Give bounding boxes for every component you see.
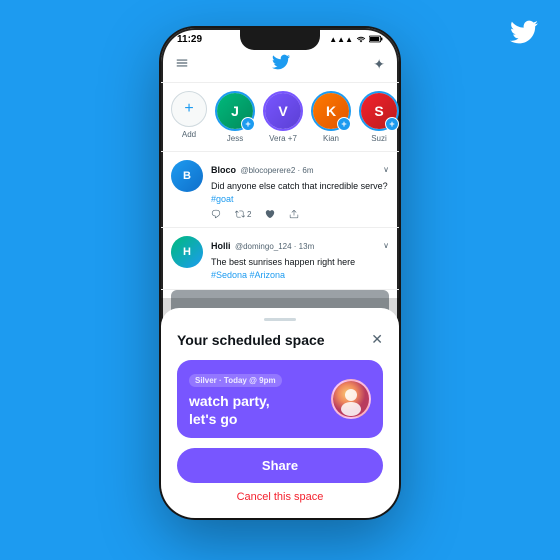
share-action[interactable] xyxy=(289,209,299,219)
bottom-sheet: Your scheduled space ✕ Silver · Today @ … xyxy=(161,308,399,518)
battery-icon xyxy=(369,35,383,45)
phone-frame: 11:29 ▲▲▲ xyxy=(161,28,399,518)
close-icon[interactable]: ✕ xyxy=(371,331,383,348)
jess-plus-icon: + xyxy=(241,117,255,131)
story-kian[interactable]: K + Kian xyxy=(311,91,351,143)
phone-notch xyxy=(240,28,320,50)
story-suzie[interactable]: S + Suzi xyxy=(359,91,399,143)
bloco-avatar: B xyxy=(171,160,203,192)
sheet-header: Your scheduled space ✕ xyxy=(177,331,383,348)
kian-avatar-ring: K + xyxy=(311,91,351,131)
holli-name: Holli xyxy=(211,241,231,251)
story-jess[interactable]: J + Jess xyxy=(215,91,255,143)
signal-icon: ▲▲▲ xyxy=(329,35,353,44)
holli-tweet-content: Holli @domingo_124 · 13m ∨ The best sunr… xyxy=(211,236,389,281)
story-vera[interactable]: V Vera +7 xyxy=(263,91,303,143)
stories-row: + Add J + Jess V Vera +7 K + Kian xyxy=(161,83,399,152)
bloco-hashtag[interactable]: #goat xyxy=(211,194,234,204)
story-add-label: Add xyxy=(182,130,196,139)
retweet-action[interactable]: 2 xyxy=(235,209,251,219)
status-icons: ▲▲▲ xyxy=(329,35,383,45)
space-badge: Silver · Today @ 9pm xyxy=(189,374,282,387)
top-nav: ✦ xyxy=(161,47,399,83)
bloco-handle: @blocoperere2 · 6m xyxy=(240,166,313,175)
sheet-drag-handle xyxy=(264,318,296,321)
holli-tweet-text: The best sunrises happen right here #Sed… xyxy=(211,256,389,281)
jess-avatar-ring: J + xyxy=(215,91,255,131)
suzie-avatar-ring: S + xyxy=(359,91,399,131)
story-suzie-label: Suzi xyxy=(371,134,387,143)
holli-handle: @domingo_124 · 13m xyxy=(235,242,314,251)
reply-action[interactable] xyxy=(211,209,221,219)
like-action[interactable] xyxy=(265,209,275,219)
holli-hashtag[interactable]: #Sedona #Arizona xyxy=(211,270,285,280)
vera-avatar-ring: V xyxy=(263,91,303,131)
sparkle-icon[interactable]: ✦ xyxy=(373,56,385,73)
wifi-icon xyxy=(356,35,366,45)
tweet-options-icon[interactable]: ∨ xyxy=(383,165,389,174)
suzie-plus-icon: + xyxy=(385,117,399,131)
twitter-logo-icon xyxy=(510,18,538,53)
bloco-name: Bloco xyxy=(211,165,236,175)
sheet-title: Your scheduled space xyxy=(177,332,325,348)
space-title: watch party,let's go xyxy=(189,392,282,428)
holli-tweet-header: Holli @domingo_124 · 13m ∨ xyxy=(211,236,389,254)
space-card-info: Silver · Today @ 9pm watch party,let's g… xyxy=(189,370,282,428)
space-host-avatar xyxy=(331,379,371,419)
bloco-tweet-content: Bloco @blocoperere2 · 6m ∨ Did anyone el… xyxy=(211,160,389,219)
story-vera-label: Vera +7 xyxy=(269,134,297,143)
holli-avatar: H xyxy=(171,236,203,268)
menu-icon[interactable] xyxy=(175,56,189,73)
share-button[interactable]: Share xyxy=(177,448,383,483)
bloco-tweet-text: Did anyone else catch that incredible se… xyxy=(211,180,389,205)
story-kian-label: Kian xyxy=(323,134,339,143)
space-card[interactable]: Silver · Today @ 9pm watch party,let's g… xyxy=(177,360,383,438)
bloco-tweet-meta: Bloco @blocoperere2 · 6m xyxy=(211,160,314,178)
bloco-tweet-actions: 2 xyxy=(211,209,389,219)
cancel-link[interactable]: Cancel this space xyxy=(177,491,383,503)
kian-plus-icon: + xyxy=(337,117,351,131)
holli-tweet-meta: Holli @domingo_124 · 13m xyxy=(211,236,314,254)
tweet-bloco: B Bloco @blocoperere2 · 6m ∨ Did anyone … xyxy=(161,152,399,228)
tweet-options-icon-2[interactable]: ∨ xyxy=(383,241,389,250)
story-jess-label: Jess xyxy=(227,134,243,143)
vera-avatar: V xyxy=(265,93,301,129)
tweet-holli: H Holli @domingo_124 · 13m ∨ The best su… xyxy=(161,228,399,290)
status-time: 11:29 xyxy=(177,34,202,45)
bloco-tweet-header: Bloco @blocoperere2 · 6m ∨ xyxy=(211,160,389,178)
add-avatar: + xyxy=(171,91,207,127)
story-add[interactable]: + Add xyxy=(171,91,207,143)
twitter-nav-icon xyxy=(272,53,290,76)
